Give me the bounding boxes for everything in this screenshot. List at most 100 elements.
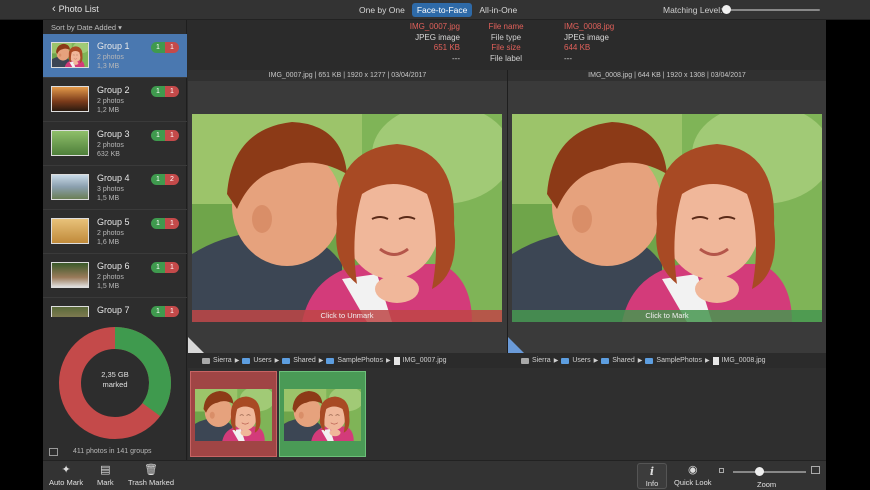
- group-item[interactable]: Group 5 2 photos 1,6 MB 11: [43, 210, 187, 254]
- unmarked-count-badge: 1: [151, 86, 165, 97]
- click-to-unmark-bar[interactable]: Click to Unmark: [192, 310, 502, 322]
- path-segment[interactable]: Sierra: [213, 357, 232, 364]
- marked-count-badge: 1: [165, 262, 179, 273]
- folder-icon: [645, 357, 654, 364]
- marked-count-badge: 1: [165, 306, 179, 317]
- window-gutter-left: [0, 20, 43, 490]
- path-separator-icon: ▶: [704, 358, 710, 364]
- left-photo-header: IMG_0007.jpg | 651 KB | 1920 x 1277 | 03…: [188, 70, 507, 81]
- group-item[interactable]: Group 7 11: [43, 298, 187, 317]
- right-file-label: ---: [564, 53, 572, 63]
- back-to-photo-list-button[interactable]: ‹ Photo List: [52, 3, 99, 15]
- left-file-size: 651 KB: [433, 43, 460, 52]
- mark-button[interactable]: ▤ Mark: [97, 464, 114, 487]
- right-photo-pane: IMG_0008.jpg | 644 KB | 1920 x 1308 | 03…: [507, 70, 826, 353]
- sort-dropdown[interactable]: Sort by Date Added ▾: [51, 23, 122, 32]
- mode-all-in-one[interactable]: All-in-One: [474, 3, 522, 17]
- group-photo-count: 2 photos: [97, 230, 124, 237]
- path-segment[interactable]: SamplePhotos: [337, 357, 383, 364]
- path-segment[interactable]: Users: [253, 357, 271, 364]
- matching-level-knob[interactable]: [722, 5, 731, 14]
- right-photo-header: IMG_0008.jpg | 644 KB | 1920 x 1308 | 03…: [508, 70, 826, 81]
- left-photo-image: [192, 114, 502, 322]
- filmstrip-thumbnail: [195, 389, 272, 441]
- eye-icon: ◉: [687, 464, 698, 476]
- group-thumbnail: [51, 306, 89, 317]
- group-item[interactable]: Group 3 2 photos 632 KB 11: [43, 122, 187, 166]
- marked-count-badge: 1: [165, 86, 179, 97]
- chevron-left-icon: ‹: [52, 3, 56, 15]
- info-button-content: i Info: [638, 465, 666, 488]
- auto-mark-button[interactable]: ✦ Auto Mark: [49, 464, 83, 487]
- info-label: Info: [645, 479, 659, 488]
- sidebar-footer: 411 photos in 141 groups: [43, 445, 187, 460]
- donut-value: 2,35 GB: [101, 370, 129, 379]
- zoom-slider[interactable]: [733, 471, 806, 473]
- marked-count-badge: 1: [165, 42, 179, 53]
- unmarked-count-badge: 1: [151, 42, 165, 53]
- mode-one-by-one[interactable]: One by One: [354, 3, 410, 17]
- path-segment[interactable]: Shared: [293, 357, 316, 364]
- right-photo[interactable]: Click to Mark: [512, 114, 822, 322]
- group-size: 1,5 MB: [97, 283, 120, 290]
- quick-look-button[interactable]: ◉ Quick Look: [674, 464, 712, 487]
- click-to-mark-bar[interactable]: Click to Mark: [512, 310, 822, 322]
- path-segment[interactable]: Users: [572, 357, 590, 364]
- path-segment[interactable]: IMG_0008.jpg: [722, 357, 766, 364]
- path-separator-icon: ▶: [234, 358, 240, 364]
- filmstrip-item-marked[interactable]: [190, 371, 277, 457]
- chevron-down-icon: ▾: [118, 23, 122, 32]
- right-file-size: 644 KB: [564, 43, 591, 52]
- path-segment[interactable]: Sierra: [532, 357, 551, 364]
- matching-level-slider[interactable]: [726, 9, 820, 11]
- group-item[interactable]: Group 4 3 photos 1,5 MB 12: [43, 166, 187, 210]
- window-gutter-right: [826, 20, 870, 490]
- zoom-in-icon[interactable]: [811, 466, 820, 474]
- unmarked-count-badge: 1: [151, 174, 165, 185]
- matching-level-label: Matching Level:: [663, 5, 723, 15]
- donut-caption: marked: [102, 380, 128, 389]
- group-details: 2 photos 1,2 MB: [97, 97, 124, 115]
- group-size: 1,3 MB: [97, 63, 120, 70]
- magic-wand-icon: ✦: [61, 464, 71, 476]
- zoom-slider-knob[interactable]: [755, 467, 764, 476]
- left-file-info: IMG_0007.jpg JPEG image 651 KB ---: [398, 22, 460, 64]
- left-photo[interactable]: Click to Unmark: [192, 114, 502, 322]
- group-thumbnail: [51, 262, 89, 288]
- group-photo-count: 2 photos: [97, 54, 124, 61]
- group-photo-count: 2 photos: [97, 98, 124, 105]
- disk-icon: [202, 357, 210, 364]
- group-item[interactable]: Group 1 2 photos 1,3 MB 11: [43, 34, 187, 78]
- group-badges: 11: [151, 130, 179, 141]
- left-path-breadcrumb: Sierra ▶ Users ▶ Shared ▶ SamplePhotos ▶ IMG…: [188, 354, 507, 367]
- trash-marked-button[interactable]: 🗑 Trash Marked: [128, 464, 174, 487]
- info-button[interactable]: i Info: [637, 463, 667, 489]
- collapse-sidebar-icon[interactable]: [49, 448, 58, 456]
- info-field-labels: File name File type File size File label: [474, 22, 538, 64]
- path-separator-icon: ▶: [593, 358, 599, 364]
- group-name: Group 5: [97, 217, 130, 227]
- path-separator-icon: ▶: [274, 358, 280, 364]
- group-size: 1,2 MB: [97, 107, 120, 114]
- sort-label: Sort by Date Added: [51, 23, 117, 32]
- mark-label: Mark: [97, 478, 114, 487]
- info-icon: i: [649, 465, 655, 478]
- filmstrip-item-unmarked[interactable]: [279, 371, 366, 457]
- group-photo-count: 3 photos: [97, 186, 124, 193]
- path-segment[interactable]: Shared: [612, 357, 635, 364]
- group-thumbnail: [51, 174, 89, 200]
- mode-face-to-face[interactable]: Face-to-Face: [411, 3, 473, 17]
- marked-count-badge: 1: [165, 130, 179, 141]
- quick-look-label: Quick Look: [674, 478, 712, 487]
- left-file-label: ---: [452, 53, 460, 63]
- unmarked-count-badge: 1: [151, 218, 165, 229]
- group-item[interactable]: Group 2 2 photos 1,2 MB 11: [43, 78, 187, 122]
- group-size: 1,6 MB: [97, 239, 120, 246]
- zoom-out-icon[interactable]: [719, 468, 724, 473]
- path-segment[interactable]: SamplePhotos: [656, 357, 702, 364]
- path-segment[interactable]: IMG_0007.jpg: [403, 357, 447, 364]
- group-size: 632 KB: [97, 151, 120, 158]
- group-thumbnail: [51, 130, 89, 156]
- group-item[interactable]: Group 6 2 photos 1,5 MB 11: [43, 254, 187, 298]
- path-separator-icon: ▶: [318, 358, 324, 364]
